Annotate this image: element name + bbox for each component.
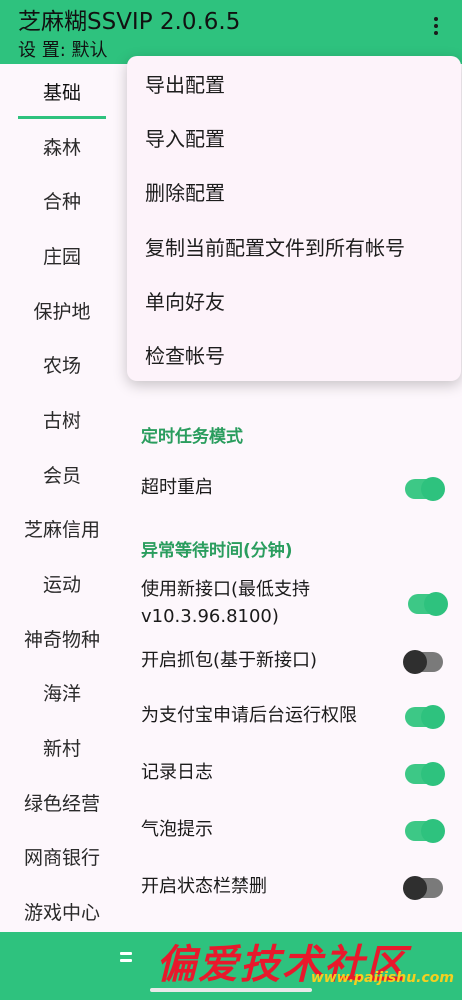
- toggle-switch[interactable]: [405, 762, 445, 786]
- sidebar-item-village[interactable]: 新村: [0, 720, 124, 775]
- toggle-switch[interactable]: [405, 819, 445, 843]
- menu-item-check-account[interactable]: 检查帐号: [127, 327, 461, 381]
- menu-item-import-config[interactable]: 导入配置: [127, 110, 461, 164]
- sidebar-item-farm[interactable]: 农场: [0, 337, 124, 392]
- menu-item-delete-config[interactable]: 删除配置: [127, 165, 461, 219]
- menu-item-one-way-friend[interactable]: 单向好友: [127, 273, 461, 327]
- sidebar-item-game[interactable]: 游戏中心: [0, 884, 124, 939]
- sidebar-item-ancient-tree[interactable]: 古树: [0, 392, 124, 447]
- sidebar-item-bank[interactable]: 网商银行: [0, 830, 124, 885]
- setting-row[interactable]: 记录日志: [141, 759, 451, 791]
- section-timer-mode[interactable]: 定时任务模式: [141, 422, 243, 447]
- setting-row[interactable]: 使用新接口(最低支持v10.3.96.8100): [141, 576, 401, 632]
- sidebar: 基础 森林 合种 庄园 保护地 农场 古树 会员 芝麻信用 运动 神奇物种 海洋…: [0, 64, 124, 932]
- toggle-switch[interactable]: [405, 705, 445, 729]
- toggle-switch[interactable]: [405, 477, 445, 501]
- menu-item-export-config[interactable]: 导出配置: [127, 56, 461, 110]
- toggle-switch[interactable]: [403, 876, 443, 900]
- setting-row[interactable]: 气泡提示: [141, 816, 451, 848]
- setting-row[interactable]: 开启状态栏禁删: [141, 873, 451, 905]
- more-vert-icon[interactable]: [420, 10, 452, 42]
- sidebar-item-member[interactable]: 会员: [0, 447, 124, 502]
- toggle-switch[interactable]: [408, 592, 448, 616]
- menu-icon[interactable]: [120, 952, 132, 962]
- sidebar-item-species[interactable]: 神奇物种: [0, 611, 124, 666]
- watermark-url: www.paijishu.com: [310, 970, 454, 986]
- home-indicator[interactable]: [150, 988, 312, 992]
- setting-row[interactable]: 为支付宝申请后台运行权限: [141, 702, 451, 734]
- sidebar-item-reserve[interactable]: 保护地: [0, 283, 124, 338]
- setting-row[interactable]: 超时重启: [141, 474, 451, 506]
- sidebar-item-forest[interactable]: 森林: [0, 119, 124, 174]
- menu-item-copy-config-all[interactable]: 复制当前配置文件到所有帐号: [127, 219, 461, 273]
- setting-row[interactable]: 开启抓包(基于新接口): [141, 647, 451, 679]
- sidebar-item-green[interactable]: 绿色经营: [0, 775, 124, 830]
- toggle-switch[interactable]: [403, 650, 443, 674]
- app-bar: 芝麻糊SSVIP 2.0.6.5 设 置: 默认: [0, 0, 462, 64]
- section-abnormal-wait[interactable]: 异常等待时间(分钟): [141, 536, 293, 561]
- sidebar-item-credit[interactable]: 芝麻信用: [0, 502, 124, 557]
- sidebar-item-cooperate[interactable]: 合种: [0, 173, 124, 228]
- sidebar-item-manor[interactable]: 庄园: [0, 228, 124, 283]
- sidebar-item-sport[interactable]: 运动: [0, 556, 124, 611]
- sidebar-item-ocean[interactable]: 海洋: [0, 666, 124, 721]
- app-title: 芝麻糊SSVIP 2.0.6.5: [18, 9, 241, 35]
- sidebar-item-basic[interactable]: 基础: [0, 64, 124, 119]
- config-subtitle: 设 置: 默认: [18, 40, 108, 61]
- setting-label: 使用新接口(最低支持v10.3.96.8100): [141, 579, 311, 627]
- overflow-menu: 导出配置 导入配置 删除配置 复制当前配置文件到所有帐号 单向好友 检查帐号: [127, 56, 461, 381]
